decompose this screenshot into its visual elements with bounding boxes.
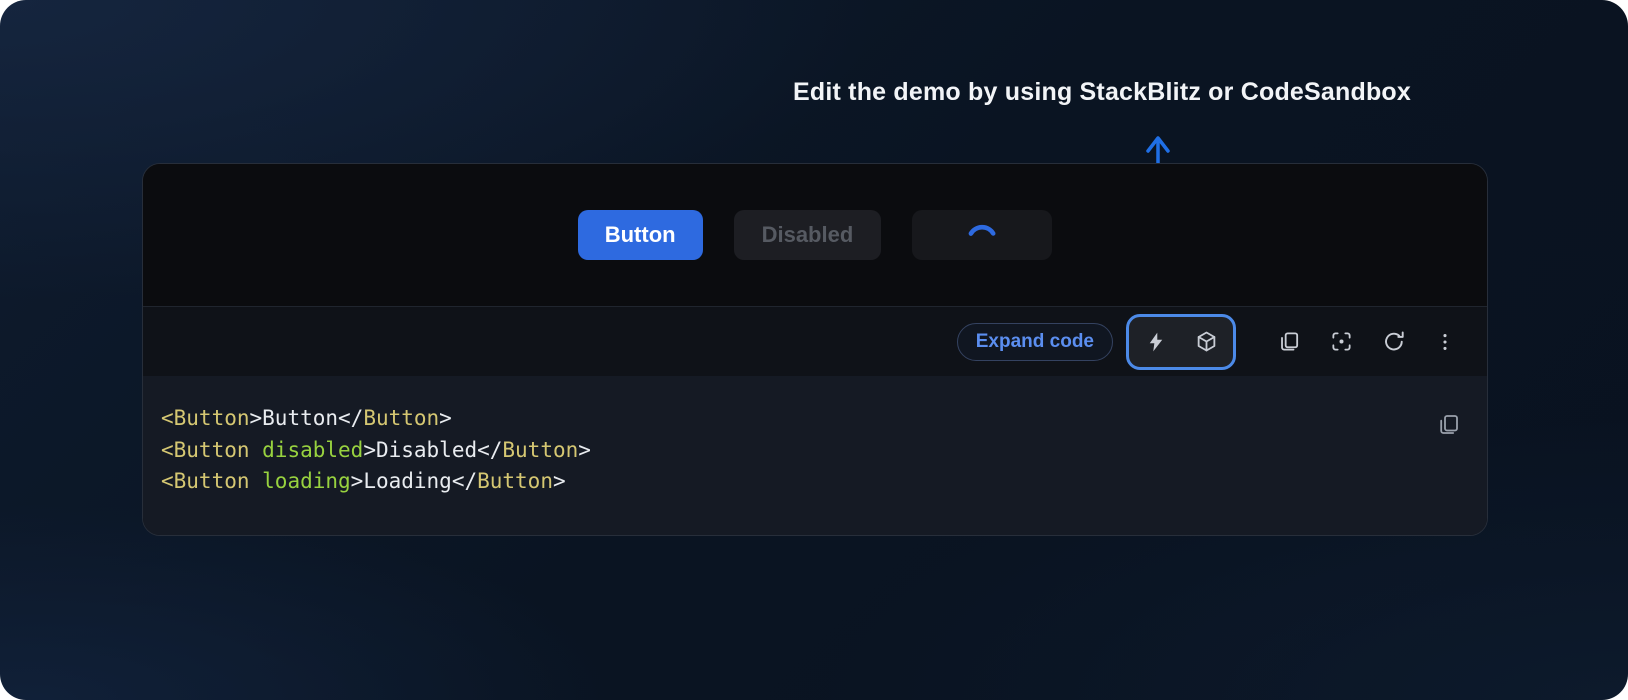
- more-vertical-icon[interactable]: [1433, 330, 1457, 354]
- demo-card: Button Disabled Expand code: [142, 163, 1488, 536]
- demo-preview-area: Button Disabled: [143, 164, 1487, 306]
- expand-code-button[interactable]: Expand code: [957, 323, 1113, 361]
- annotation-text: Edit the demo by using StackBlitz or Cod…: [793, 78, 1411, 107]
- online-editor-group: [1126, 314, 1236, 370]
- code-copy-icon[interactable]: [1437, 412, 1461, 436]
- focus-scan-icon[interactable]: [1329, 330, 1353, 354]
- copy-icon[interactable]: [1277, 330, 1301, 354]
- code-line: <Button loading>Loading</Button>: [161, 466, 1427, 498]
- code-line: <Button disabled>Disabled</Button>: [161, 435, 1427, 467]
- refresh-icon[interactable]: [1381, 330, 1405, 354]
- demo-toolbar: Expand code: [143, 306, 1487, 376]
- spinner-icon: [966, 216, 998, 254]
- loading-button[interactable]: [912, 210, 1052, 260]
- page-background: Edit the demo by using StackBlitz or Cod…: [0, 0, 1628, 700]
- codesandbox-box-icon[interactable]: [1194, 330, 1218, 354]
- disabled-button[interactable]: Disabled: [734, 210, 882, 260]
- code-line: <Button>Button</Button>: [161, 403, 1427, 435]
- code-block: <Button>Button</Button><Button disabled>…: [161, 403, 1427, 498]
- primary-button[interactable]: Button: [578, 210, 703, 260]
- code-panel: <Button>Button</Button><Button disabled>…: [143, 376, 1487, 535]
- stackblitz-lightning-icon[interactable]: [1144, 330, 1168, 354]
